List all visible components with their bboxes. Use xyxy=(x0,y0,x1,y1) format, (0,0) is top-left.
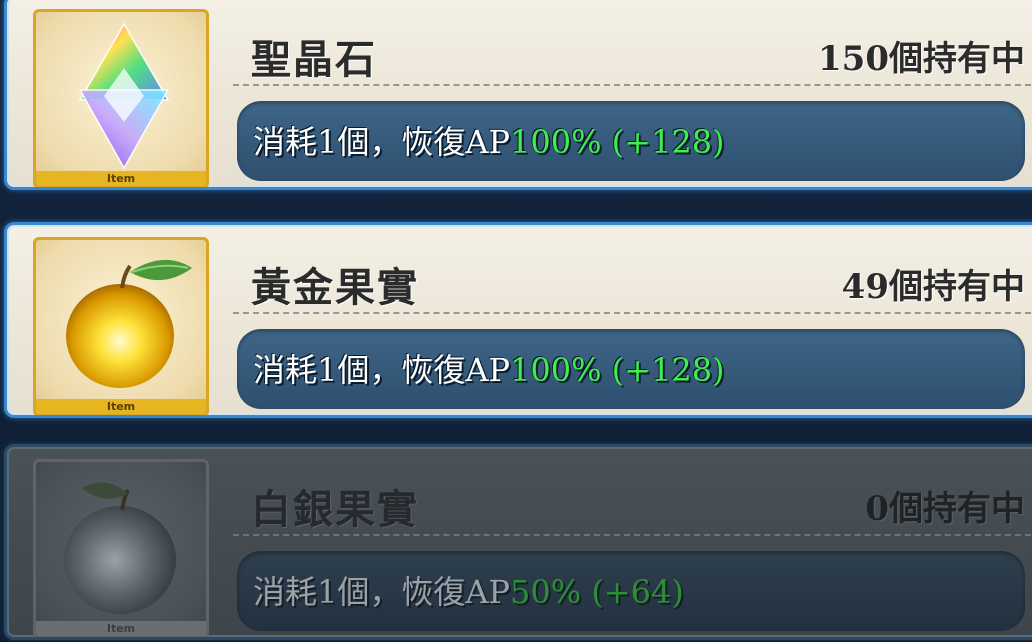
item-tag-label: Item xyxy=(36,399,206,414)
item-card-silver-apple[interactable]: Item 白銀果實 0個持有中 消耗1個，恢復AP50% (+64) xyxy=(4,444,1032,640)
divider xyxy=(233,312,1032,314)
item-count: 0個持有中 xyxy=(865,489,1025,529)
item-name: 黃金果實 xyxy=(251,264,419,311)
saint-quartz-icon xyxy=(78,22,170,170)
item-icon-frame: Item xyxy=(33,237,209,415)
effect-prefix: 消耗1個，恢復AP xyxy=(253,351,511,389)
divider xyxy=(233,534,1032,536)
item-count: 49個持有中 xyxy=(841,267,1025,307)
effect-value: 50% (+64) xyxy=(510,573,684,611)
item-card-golden-apple[interactable]: Item 黃金果實 49個持有中 消耗1個，恢復AP100% (+128) xyxy=(4,222,1032,418)
silver-apple-icon xyxy=(64,482,176,614)
item-icon-frame: Item xyxy=(33,459,209,637)
effect-prefix: 消耗1個，恢復AP xyxy=(253,123,511,161)
golden-apple-icon xyxy=(66,259,192,388)
divider xyxy=(233,84,1032,86)
item-tag-label: Item xyxy=(36,621,206,636)
item-name: 聖晶石 xyxy=(251,36,377,83)
ap-recovery-item-list: Item 聖晶石 150個持有中 消耗1個，恢復AP100% (+128) It… xyxy=(0,0,1032,642)
item-count: 150個持有中 xyxy=(818,39,1025,79)
effect-panel: 消耗1個，恢復AP100% (+128) xyxy=(237,329,1025,409)
effect-prefix: 消耗1個，恢復AP xyxy=(253,573,511,611)
item-card-saint-quartz[interactable]: Item 聖晶石 150個持有中 消耗1個，恢復AP100% (+128) xyxy=(4,0,1032,190)
effect-panel: 消耗1個，恢復AP50% (+64) xyxy=(237,551,1025,631)
effect-value: 100% (+128) xyxy=(510,351,725,389)
item-icon-frame: Item xyxy=(33,9,209,187)
effect-text: 消耗1個，恢復AP100% (+128) xyxy=(253,117,725,163)
effect-panel: 消耗1個，恢復AP100% (+128) xyxy=(237,101,1025,181)
effect-value: 100% (+128) xyxy=(510,123,725,161)
item-tag-label: Item xyxy=(36,171,206,186)
effect-text: 消耗1個，恢復AP100% (+128) xyxy=(253,345,725,391)
item-name: 白銀果實 xyxy=(251,486,419,533)
effect-text: 消耗1個，恢復AP50% (+64) xyxy=(253,567,684,613)
